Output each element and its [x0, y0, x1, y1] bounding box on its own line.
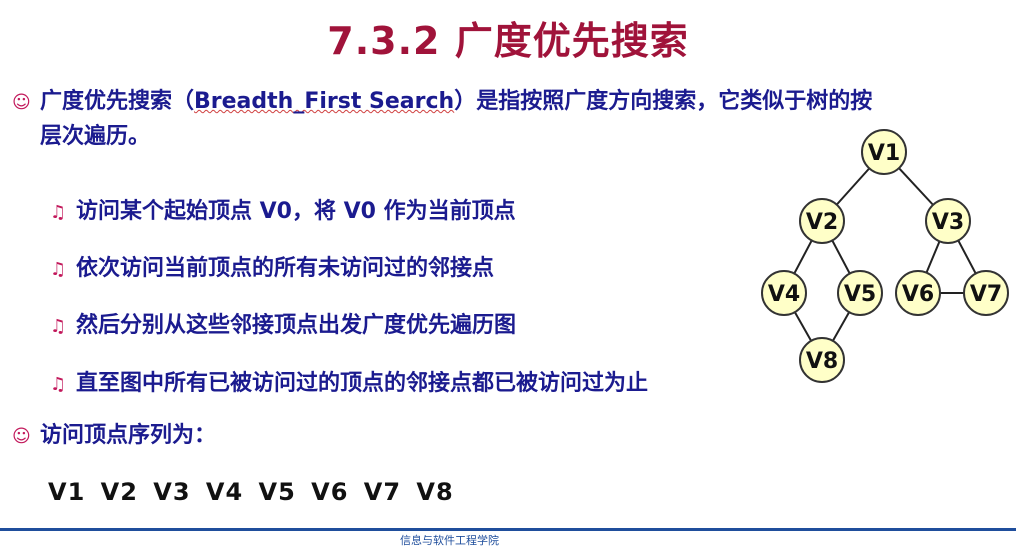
node-v1: V1 — [861, 129, 907, 175]
step-item: ♫ 然后分别从这些邻接顶点出发广度优先遍历图 — [50, 307, 516, 339]
step-item: ♫ 访问某个起始顶点 V0，将 V0 作为当前顶点 — [50, 193, 516, 225]
step-item: ♫ 直至图中所有已被访问过的顶点的邻接点都已被访问过为止 — [50, 365, 648, 397]
node-v4: V4 — [761, 270, 807, 316]
node-label: V2 — [806, 210, 838, 235]
visit-sequence: V1 V2 V3 V4 V5 V6 V7 V8 — [48, 478, 454, 506]
step-text: 依次访问当前顶点的所有未访问过的邻接点 — [76, 256, 495, 281]
node-label: V3 — [932, 210, 964, 235]
node-v8: V8 — [799, 337, 845, 383]
node-v6: V6 — [895, 270, 941, 316]
intro-before: 广度优先搜索（ — [40, 89, 195, 114]
smiley-icon: ☺ — [12, 426, 31, 447]
node-label: V4 — [768, 282, 800, 307]
slide-title: 7.3.2 广度优先搜索 — [327, 19, 689, 63]
step-text: 然后分别从这些邻接顶点出发广度优先遍历图 — [76, 313, 517, 338]
bfs-graph-diagram: V1 V2 V3 V4 V5 V6 V7 V8 — [761, 129, 1009, 383]
node-label: V7 — [970, 282, 1002, 307]
sequence-label: 访问顶点序列为： — [40, 423, 217, 448]
music-note-icon: ♫ — [50, 374, 67, 395]
intro-term: Breadth_First Search — [194, 89, 455, 114]
intro-after: ）是指按照广度方向搜索，它类似于树的按 — [454, 89, 873, 114]
node-v3: V3 — [925, 198, 971, 244]
music-note-icon: ♫ — [50, 316, 67, 337]
footer-divider — [0, 528, 1016, 531]
node-v2: V2 — [799, 198, 845, 244]
footer-text: 信息与软件工程学院 — [400, 534, 499, 547]
music-note-icon: ♫ — [50, 259, 67, 280]
node-label: V6 — [902, 282, 934, 307]
node-label: V5 — [844, 282, 876, 307]
music-note-icon: ♫ — [50, 202, 67, 223]
step-item: ♫ 依次访问当前顶点的所有未访问过的邻接点 — [50, 250, 494, 282]
node-label: V1 — [868, 141, 900, 166]
node-label: V8 — [806, 349, 838, 374]
smiley-icon: ☺ — [12, 92, 31, 113]
step-text: 访问某个起始顶点 V0，将 V0 作为当前顶点 — [76, 199, 516, 224]
sequence-heading: ☺ 访问顶点序列为： — [12, 418, 216, 453]
node-v5: V5 — [837, 270, 883, 316]
node-v7: V7 — [963, 270, 1009, 316]
step-text: 直至图中所有已被访问过的顶点的邻接点都已被访问过为止 — [76, 371, 649, 396]
